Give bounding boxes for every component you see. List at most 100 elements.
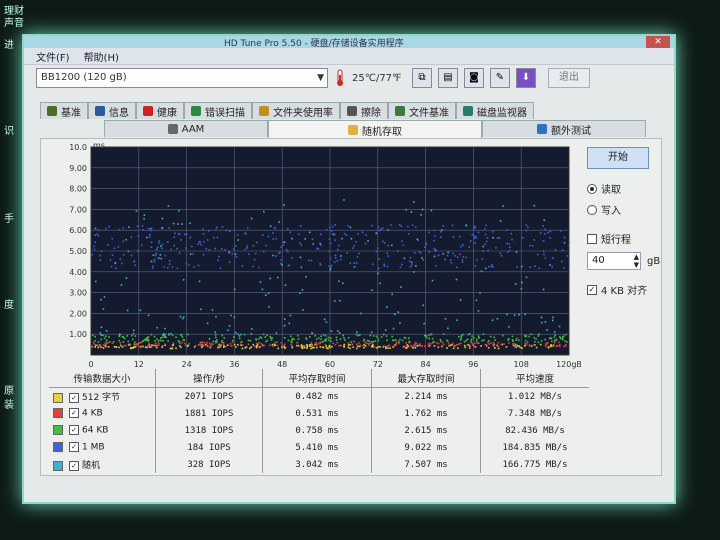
data-point xyxy=(411,224,414,227)
data-point xyxy=(418,251,420,253)
data-point xyxy=(358,334,361,336)
data-point xyxy=(508,342,510,344)
data-point xyxy=(189,222,191,225)
data-point xyxy=(189,253,192,255)
checkbox-checked-icon[interactable]: ✓ xyxy=(69,460,79,471)
data-point xyxy=(126,335,129,337)
tab-5[interactable]: 擦除 xyxy=(340,102,388,119)
cell-size[interactable]: ✓ 随机 xyxy=(49,456,156,473)
options-icon[interactable]: ✎ xyxy=(490,68,510,88)
data-point xyxy=(275,341,278,343)
drive-select[interactable]: BB1200 (120 gB) ▼ xyxy=(36,68,328,88)
table-row: ✓ 1 MB 184 IOPS 5.410 ms 9.022 ms 184.835 MB/… xyxy=(49,439,589,456)
data-point xyxy=(180,333,183,336)
tab-label: 错误扫描 xyxy=(205,107,245,119)
data-point xyxy=(176,247,178,250)
tab-0[interactable]: AAM xyxy=(104,120,268,137)
data-point xyxy=(246,245,248,247)
data-point xyxy=(94,241,96,244)
copy-info-icon[interactable]: ⧉ xyxy=(412,68,432,88)
tab-2[interactable]: 健康 xyxy=(136,102,184,119)
read-radio[interactable]: 读取 xyxy=(587,181,660,196)
save-icon[interactable]: ⬇ xyxy=(516,68,536,88)
tab-1[interactable]: 信息 xyxy=(88,102,136,119)
tab-3[interactable]: 错误扫描 xyxy=(184,102,252,119)
checkbox-checked-icon[interactable]: ✓ xyxy=(69,442,79,453)
checkbox-checked-icon[interactable]: ✓ xyxy=(69,408,79,419)
data-point xyxy=(363,346,365,349)
cell-size[interactable]: ✓ 512 字节 xyxy=(49,388,156,406)
data-point xyxy=(336,248,339,251)
spinner-arrows-icon[interactable]: ▲ ▼ xyxy=(634,253,639,269)
data-point xyxy=(531,245,534,247)
cell-size[interactable]: ✓ 64 KB xyxy=(49,422,156,439)
align-4kb-label: 4 KB 对齐 xyxy=(601,286,648,297)
data-point xyxy=(272,254,274,257)
camera-icon[interactable]: ◙ xyxy=(464,68,484,88)
write-radio[interactable]: 写入 xyxy=(587,202,660,217)
checkbox-checked-icon[interactable]: ✓ xyxy=(69,392,79,403)
data-point xyxy=(400,286,402,288)
menu-bar: 文件(F) 帮助(H) xyxy=(24,48,674,65)
data-point xyxy=(377,339,380,342)
data-point xyxy=(420,214,422,216)
menu-file[interactable]: 文件(F) xyxy=(36,49,70,64)
data-point xyxy=(256,342,258,345)
data-point xyxy=(423,345,426,348)
tab-2[interactable]: 额外测试 xyxy=(482,120,646,137)
data-point xyxy=(283,241,286,244)
data-point xyxy=(131,334,133,337)
tab-1[interactable]: 随机存取 xyxy=(268,120,482,139)
data-point xyxy=(525,229,528,232)
data-point xyxy=(537,333,540,336)
data-point xyxy=(399,266,402,269)
tab-0[interactable]: 基准 xyxy=(40,102,88,119)
data-point xyxy=(273,342,276,344)
data-point xyxy=(441,341,444,344)
tab-7[interactable]: 磁盘监视器 xyxy=(456,102,534,119)
data-point xyxy=(319,345,322,348)
data-point xyxy=(512,344,515,347)
data-point xyxy=(422,258,424,261)
cell-size[interactable]: ✓ 4 KB xyxy=(49,405,156,422)
menu-help[interactable]: 帮助(H) xyxy=(84,49,119,64)
data-point xyxy=(388,344,391,347)
data-point xyxy=(494,339,497,341)
data-point xyxy=(435,265,437,267)
data-point xyxy=(355,333,358,336)
start-button[interactable]: 开始 xyxy=(587,147,649,169)
tab-4[interactable]: 文件夹使用率 xyxy=(252,102,340,119)
data-point xyxy=(312,243,315,245)
data-point xyxy=(214,247,217,250)
checkbox-checked-icon[interactable]: ✓ xyxy=(69,425,79,436)
data-point xyxy=(319,342,322,344)
align-4kb-checkbox[interactable]: ✓ 4 KB 对齐 xyxy=(587,282,660,297)
data-point xyxy=(414,345,417,347)
data-point xyxy=(393,313,396,316)
data-point xyxy=(377,226,380,229)
data-point xyxy=(269,225,272,228)
data-point xyxy=(240,333,242,336)
tab-icon xyxy=(347,106,357,116)
tab-6[interactable]: 文件基准 xyxy=(388,102,456,119)
data-point xyxy=(328,265,330,267)
data-point xyxy=(416,238,419,240)
data-point xyxy=(421,208,424,211)
data-point xyxy=(553,331,556,333)
table-row: ✓ 512 字节 2071 IOPS 0.482 ms 2.214 ms 1.012 MB… xyxy=(49,387,589,406)
copy-text-icon[interactable]: ▤ xyxy=(438,68,458,88)
short-stroke-input[interactable]: 40 ▲ ▼ xyxy=(587,252,641,270)
data-point xyxy=(328,226,331,229)
title-bar[interactable]: HD Tune Pro 5.50 - 硬盘/存储设备实用程序 ✕ xyxy=(24,36,674,49)
data-point xyxy=(350,237,353,240)
data-point xyxy=(100,298,102,301)
data-point xyxy=(291,237,293,240)
exit-button[interactable]: 退出 xyxy=(548,68,590,88)
data-point xyxy=(349,347,351,350)
data-point xyxy=(524,313,526,316)
short-stroke-checkbox[interactable]: 短行程 xyxy=(587,231,660,246)
cell-size[interactable]: ✓ 1 MB xyxy=(49,439,156,456)
data-point xyxy=(305,276,307,278)
close-button[interactable]: ✕ xyxy=(646,36,670,48)
data-point xyxy=(529,244,531,247)
